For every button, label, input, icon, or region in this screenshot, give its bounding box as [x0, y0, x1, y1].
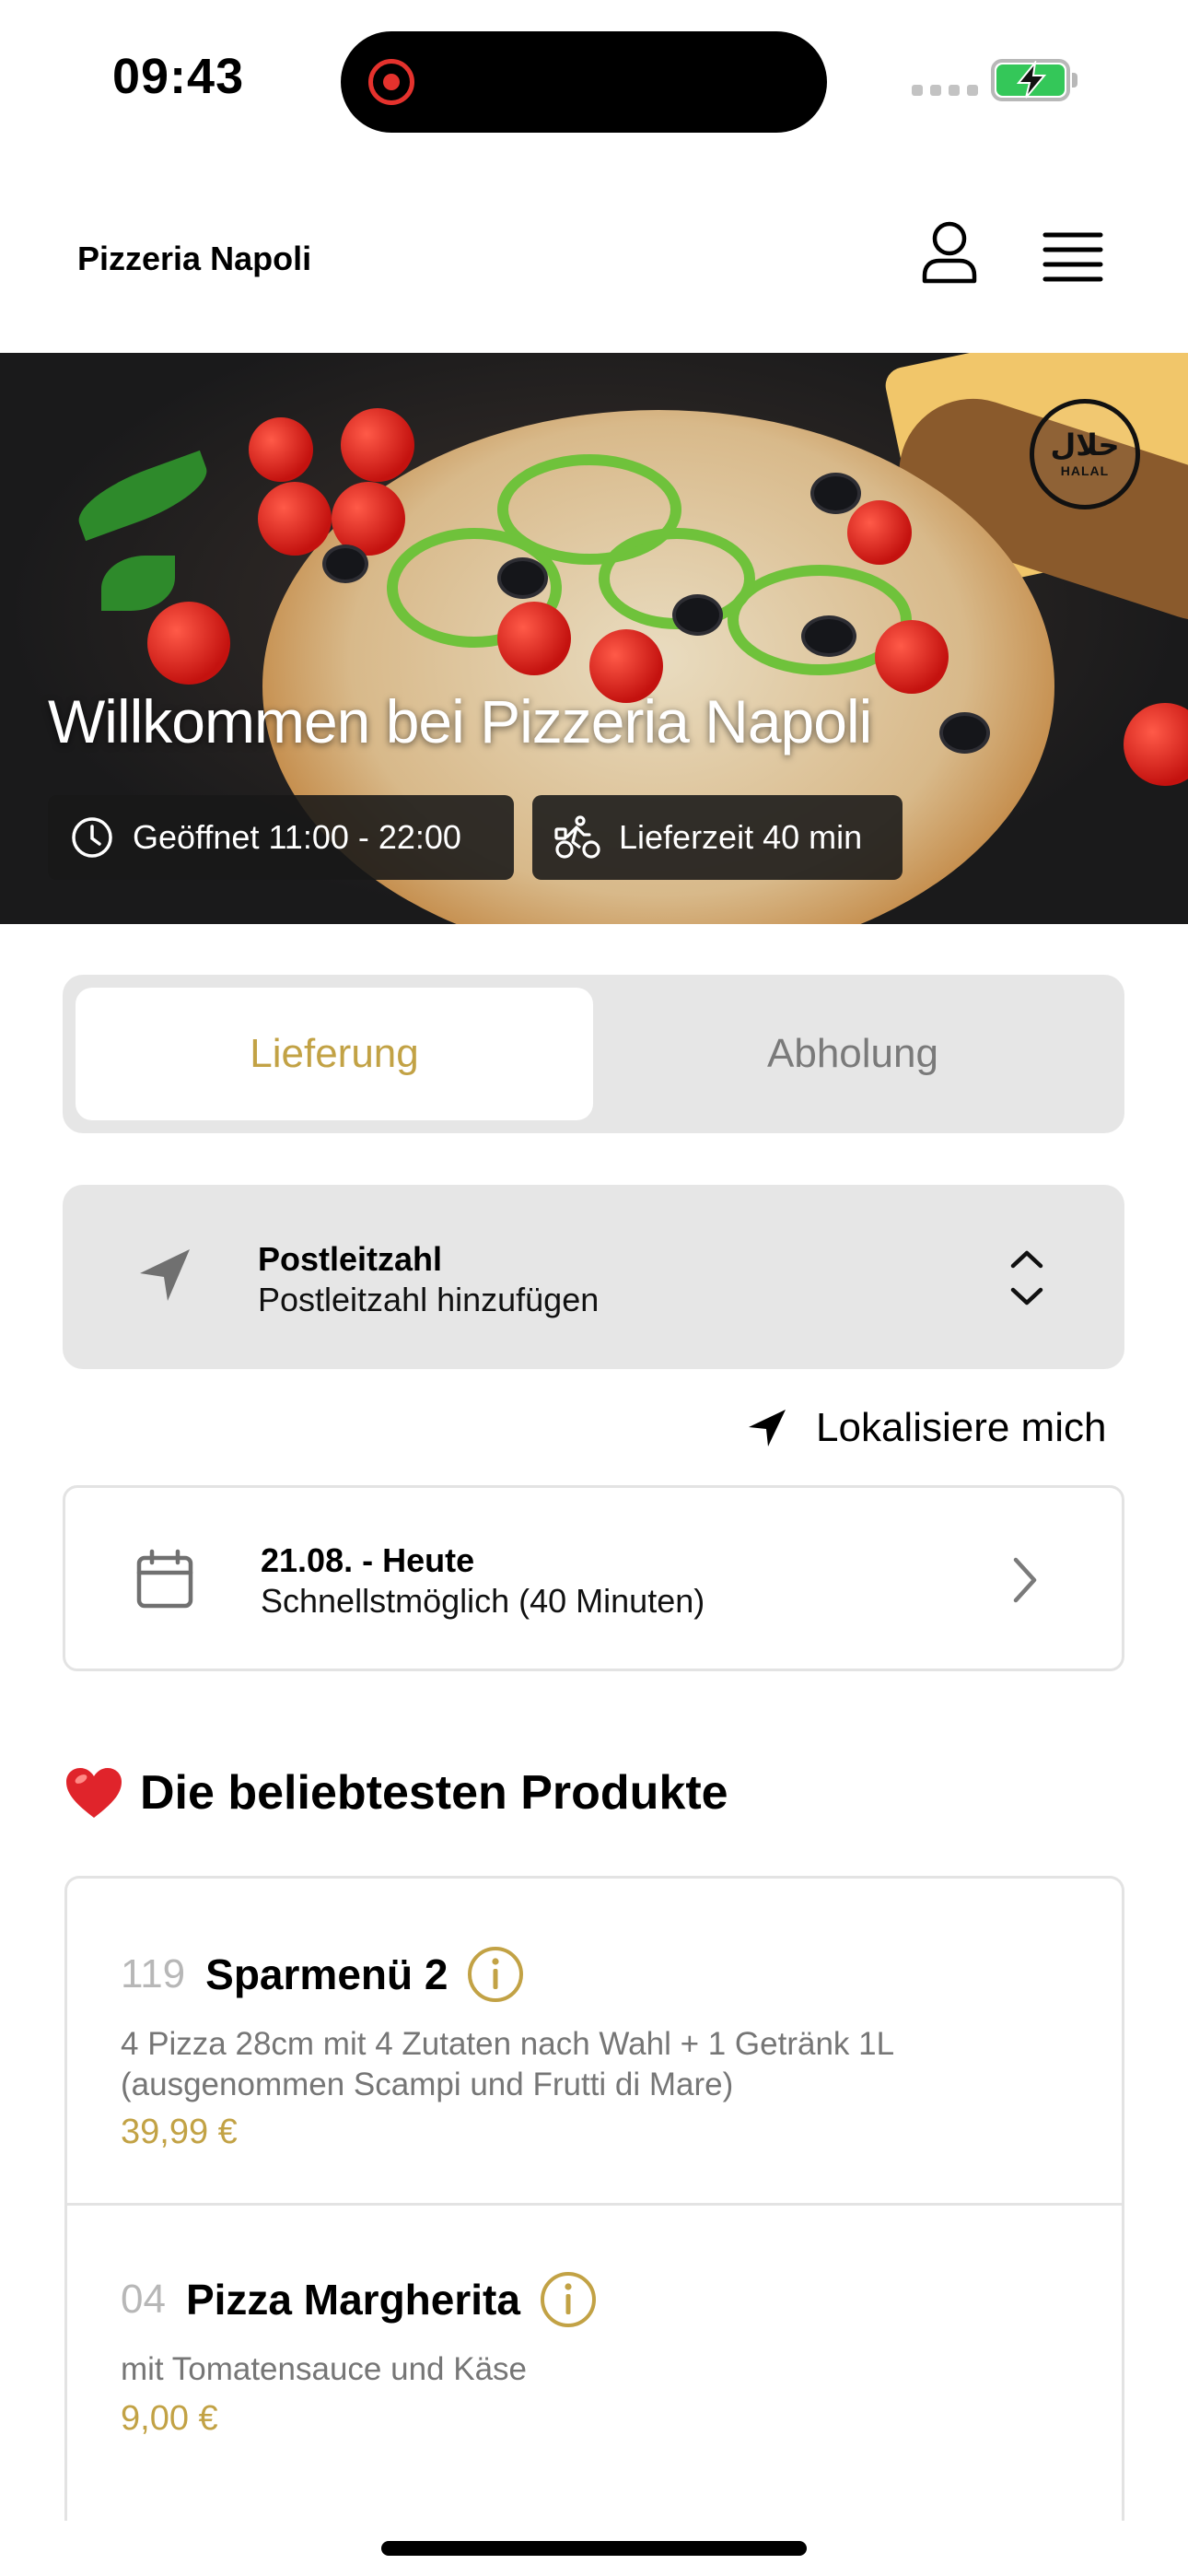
dynamic-island [341, 31, 827, 133]
delivery-date-subtitle: Schnellstmöglich (40 Minuten) [261, 1582, 705, 1620]
product-number: 119 [121, 1951, 186, 1996]
app-header: Pizzeria Napoli [0, 161, 1188, 353]
tab-delivery[interactable]: Lieferung [76, 988, 593, 1120]
delivery-time-text: Lieferzeit 40 min [619, 818, 863, 856]
product-item[interactable]: 119 Sparmenü 2 4 Pizza 28cm mit 4 Zutate… [67, 1879, 1122, 2206]
tomato [1124, 703, 1188, 786]
tomato [249, 417, 313, 482]
chevron-right-icon [1013, 1557, 1037, 1603]
hamburger-menu-icon[interactable] [1042, 231, 1103, 283]
user-icon[interactable] [917, 220, 982, 285]
delivery-time-chip: Lieferzeit 40 min [532, 795, 903, 880]
olive [672, 594, 723, 636]
brand-name[interactable]: Pizzeria Napoli [77, 240, 311, 278]
product-description: 4 Pizza 28cm mit 4 Zutaten nach Wahl + 1… [121, 2026, 893, 2102]
tomato [147, 602, 230, 685]
postcode-input[interactable]: Postleitzahl hinzufügen [258, 1281, 599, 1319]
locate-me-label: Lokalisiere mich [816, 1405, 1107, 1450]
product-item[interactable]: 04 Pizza Margherita mit Tomatensauce und… [67, 2206, 1122, 2519]
heart-icon [66, 1768, 122, 1818]
recording-icon [368, 59, 414, 105]
popular-products-heading: Die beliebtesten Produkte [64, 1765, 728, 1821]
olive [497, 557, 548, 599]
tab-pickup[interactable]: Abholung [594, 988, 1112, 1120]
tomato-slice [847, 500, 912, 565]
popular-products-list: 119 Sparmenü 2 4 Pizza 28cm mit 4 Zutate… [64, 1876, 1124, 2521]
delivery-date-selector[interactable]: 21.08. - Heute Schnellstmöglich (40 Minu… [63, 1485, 1124, 1671]
info-icon[interactable] [540, 2272, 596, 2327]
locate-me-button[interactable]: Lokalisiere mich [746, 1400, 1106, 1456]
product-description: mit Tomatensauce und Käse [121, 2351, 528, 2387]
opening-hours-chip: Geöffnet 11:00 - 22:00 [48, 795, 514, 880]
olive [801, 615, 856, 657]
basil-leaf [101, 556, 175, 611]
hero-banner: حلال HALAL Willkommen bei Pizzeria Napol… [0, 353, 1188, 924]
clock-icon [72, 817, 112, 858]
location-arrow-icon [749, 1410, 786, 1446]
olive [810, 473, 861, 514]
postcode-selector[interactable]: Postleitzahl Postleitzahl hinzufügen [63, 1185, 1124, 1369]
product-header: 04 Pizza Margherita [121, 2272, 596, 2327]
info-icon[interactable] [468, 1947, 524, 2002]
cellular-signal-icon [912, 85, 978, 96]
basil-leaf [69, 450, 216, 542]
battery-charging-icon [991, 59, 1077, 101]
halal-arabic-text: حلال [1050, 427, 1120, 463]
product-name: Pizza Margherita [185, 2276, 520, 2324]
tomato-slice [875, 620, 949, 694]
delivery-date-title: 21.08. - Heute [261, 1541, 475, 1579]
olive [939, 712, 990, 754]
tomato [258, 482, 332, 556]
halal-label: HALAL [1060, 463, 1110, 478]
product-number: 04 [121, 2277, 166, 2322]
product-price: 39,99 € [121, 2113, 238, 2151]
product-name: Sparmenü 2 [205, 1950, 448, 1998]
status-bar: 09:43 [0, 0, 1188, 161]
product-price: 9,00 € [121, 2399, 218, 2438]
product-header: 119 Sparmenü 2 [121, 1947, 524, 2002]
home-indicator[interactable] [381, 2541, 807, 2556]
bicycle-courier-icon [554, 815, 600, 859]
tomato-slice [497, 602, 571, 675]
tomato [341, 408, 414, 482]
status-time: 09:43 [112, 49, 245, 104]
calendar-icon [136, 1549, 193, 1609]
hero-title: Willkommen bei Pizzeria Napoli [48, 687, 872, 755]
opening-hours-text: Geöffnet 11:00 - 22:00 [133, 818, 461, 856]
chevron-up-down-icon [1010, 1250, 1043, 1306]
olive [322, 544, 368, 583]
delivery-mode-toggle: Lieferung Abholung [63, 975, 1124, 1133]
location-arrow-icon [140, 1249, 190, 1301]
popular-products-title: Die beliebtesten Produkte [140, 1766, 728, 1820]
halal-badge: حلال HALAL [1030, 399, 1140, 509]
postcode-label: Postleitzahl [258, 1240, 443, 1278]
